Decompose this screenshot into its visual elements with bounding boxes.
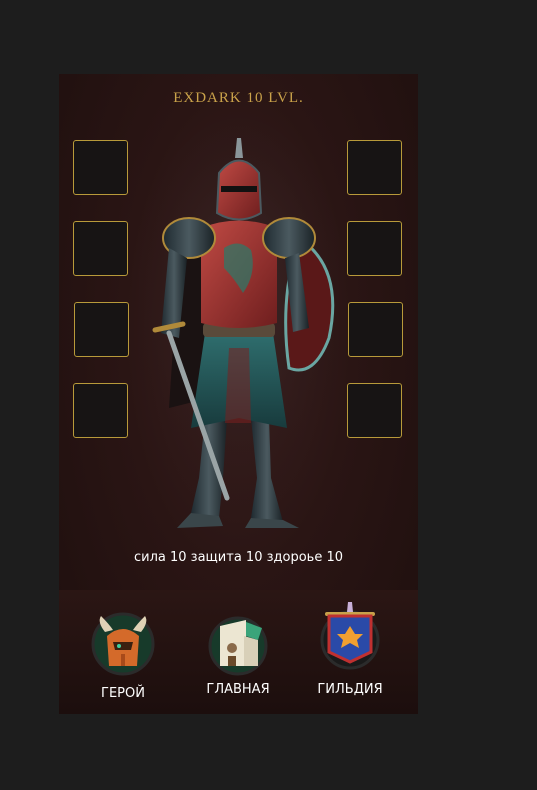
equipment-slot-left-2[interactable] <box>73 221 128 276</box>
equipment-slot-right-4[interactable] <box>347 383 402 438</box>
nav-main-button[interactable]: ГЛАВНАЯ <box>183 590 293 714</box>
equipment-slot-left-3[interactable] <box>74 302 129 357</box>
hero-stats: сила 10 защита 10 здороье 10 <box>134 550 343 565</box>
nav-hero-button[interactable]: ГЕРОЙ <box>68 590 178 714</box>
castle-icon <box>208 616 268 676</box>
equipment-slot-left-4[interactable] <box>73 383 128 438</box>
nav-guild-button[interactable]: ГИЛЬДИЯ <box>295 590 405 714</box>
equipment-slot-right-3[interactable] <box>348 302 403 357</box>
nav-main-label: ГЛАВНАЯ <box>206 682 270 697</box>
nav-guild-label: ГИЛЬДИЯ <box>317 682 383 697</box>
equipment-slot-left-1[interactable] <box>73 140 128 195</box>
hero-panel: EXDARK 10 LVL. сила 10 защита 10 здороье… <box>59 74 418 714</box>
equipment-slot-right-1[interactable] <box>347 140 402 195</box>
bottom-navigation: ГЕРОЙ ГЛАВНАЯ ГИЛЬДИЯ <box>59 590 418 714</box>
helmet-icon <box>91 612 155 676</box>
hero-title: EXDARK 10 LVL. <box>173 90 304 106</box>
nav-hero-label: ГЕРОЙ <box>101 686 145 701</box>
equipment-slot-right-2[interactable] <box>347 221 402 276</box>
knight-character-image <box>139 118 339 528</box>
guild-banner-icon <box>320 602 380 670</box>
